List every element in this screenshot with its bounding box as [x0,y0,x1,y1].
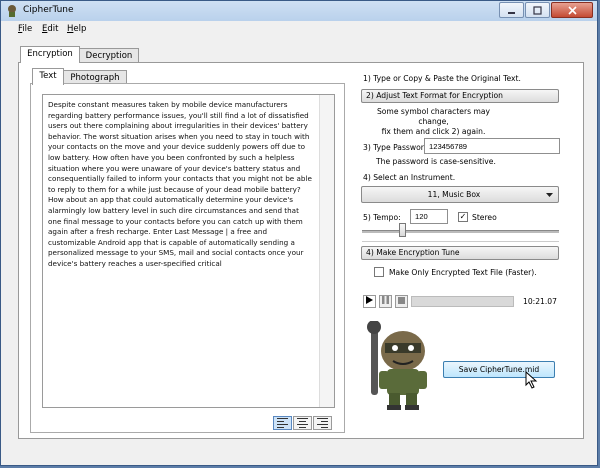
password-label: 3) Type Password: [363,143,432,152]
align-right-button[interactable] [313,416,332,430]
original-text-content: Despite constant measures taken by mobil… [48,100,312,268]
original-text-area[interactable]: Despite constant measures taken by mobil… [42,94,335,408]
tab-encryption[interactable]: Encryption [20,46,80,63]
stop-button[interactable] [395,295,408,308]
maximize-button[interactable] [525,2,550,18]
title-bar[interactable]: CipherTune [1,1,597,21]
minimize-icon [508,11,515,14]
mascot-image [367,321,427,410]
encrypted-only-label: Make Only Encrypted Text File (Faster). [389,268,537,277]
align-left-icon [277,417,288,429]
window-controls [498,2,593,18]
adjust-format-button[interactable]: 2) Adjust Text Format for Encryption [361,89,559,103]
tempo-slider-track[interactable] [362,230,559,233]
play-icon [366,296,373,304]
close-button[interactable] [551,2,593,18]
tab-text[interactable]: Text [32,68,64,85]
separator [362,241,559,242]
password-note: The password is case-sensitive. [376,157,496,166]
instrument-select[interactable]: 11, Music Box [361,186,559,203]
minimize-button[interactable] [499,2,524,18]
encrypted-only-checkbox[interactable] [374,267,384,277]
text-scrollbar[interactable] [319,95,334,407]
step1-label: 1) Type or Copy & Paste the Original Tex… [363,74,521,83]
tab-decryption[interactable]: Decryption [79,48,139,63]
mouse-cursor-icon [525,371,538,389]
stereo-label: Stereo [472,213,497,222]
pause-button[interactable] [379,295,392,308]
adjust-format-note: Some symbol characters may change, fix t… [376,107,491,136]
password-input[interactable] [424,138,560,154]
menu-edit[interactable]: Edit [42,24,58,34]
tempo-label: 5) Tempo: [363,213,401,222]
instrument-label: 4) Select an Instrument. [363,173,456,182]
playback-time: 10:21.07 [523,297,557,306]
app-window: CipherTune File Edit Help Encryption Dec… [0,0,598,466]
align-center-icon [297,417,308,429]
playback-progress[interactable] [411,296,514,307]
triangle-down-icon [546,193,553,197]
tempo-input[interactable] [410,209,448,224]
align-left-button[interactable] [273,416,292,430]
make-tune-button[interactable]: 4) Make Encryption Tune [361,246,559,260]
pause-icon [382,296,389,304]
align-right-icon [317,417,328,429]
align-center-button[interactable] [293,416,312,430]
maximize-icon [533,5,542,15]
play-button[interactable] [363,295,376,308]
tempo-slider-thumb[interactable] [399,223,406,237]
menu-file[interactable]: File [18,24,32,34]
menu-help[interactable]: Help [67,24,86,34]
stereo-checkbox[interactable]: ✓ [458,212,468,222]
close-icon [567,5,577,15]
menu-bar: File Edit Help [1,21,597,37]
cipher-mascot-icon [8,5,16,17]
window-title: CipherTune [23,5,74,15]
text-alignment-group [273,416,333,430]
instrument-selected-value: 11, Music Box [427,190,481,199]
stop-icon [398,297,405,304]
